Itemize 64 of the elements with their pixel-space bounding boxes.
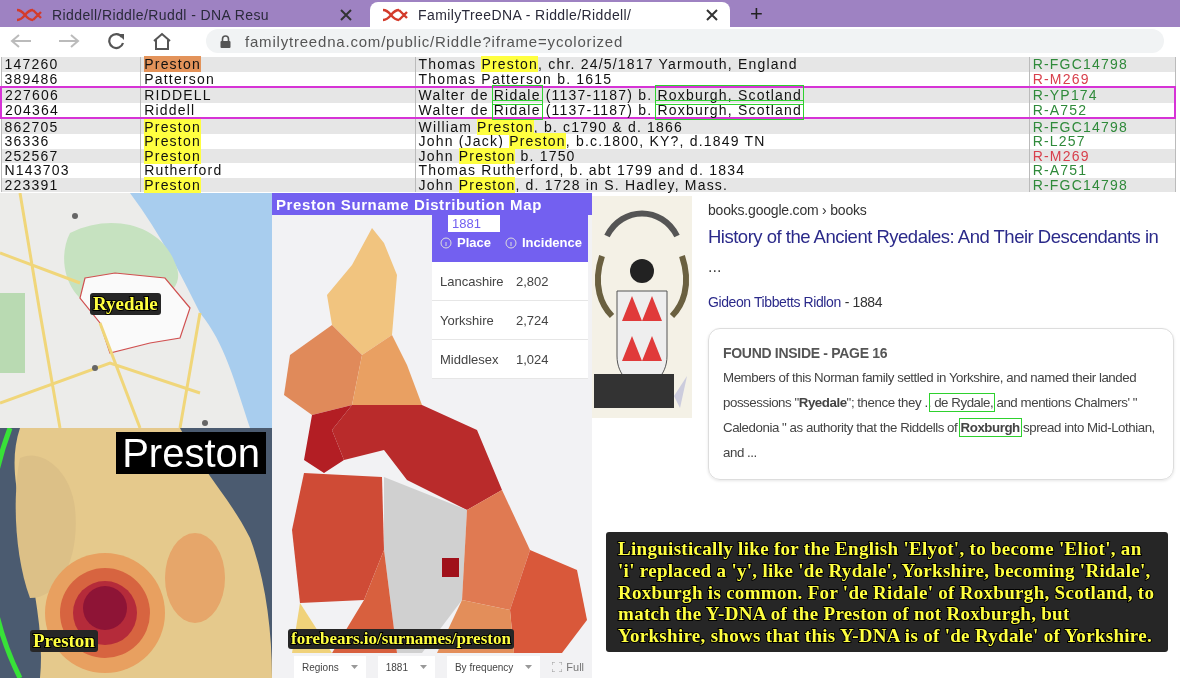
- publish-year: - 1884: [844, 294, 883, 311]
- dropdown[interactable]: 1881: [377, 656, 435, 678]
- helix-icon: [382, 7, 408, 22]
- title-banner: Preston: [116, 432, 266, 475]
- table-cell: 223391: [1, 177, 141, 193]
- caret-icon: [525, 665, 533, 670]
- result-title-link[interactable]: History of the Ancient Ryedales: And Their Descendants in: [708, 226, 1174, 249]
- table-cell: Preston: [140, 148, 415, 164]
- table-cell: R-FGC14798: [1029, 177, 1175, 193]
- table-cell: 1,024: [516, 351, 549, 367]
- fullscreen-icon: [552, 662, 563, 673]
- snippet-heading: FOUND INSIDE - PAGE 16: [723, 345, 889, 362]
- column-header: Incidence: [522, 235, 582, 251]
- table-cell: Thomas Preston, chr. 24/5/1817 Yarmouth, England: [415, 57, 1030, 72]
- dropdown[interactable]: By frequency: [446, 656, 541, 678]
- table-cell: Preston: [140, 177, 415, 193]
- map-label: Preston: [30, 630, 98, 653]
- table-cell: R-L257: [1029, 133, 1175, 149]
- table-cell-text: Lancashire: [440, 273, 505, 289]
- table-cell: 2,802: [516, 273, 549, 289]
- table-cell: R-A751: [1029, 163, 1175, 178]
- new-tab-button[interactable]: +: [750, 2, 763, 25]
- table-cell: John Preston, d. 1728 in S. Hadley, Mass.: [415, 177, 1030, 193]
- map-title: Preston Surname Distribution Map: [272, 193, 592, 216]
- caret-icon: [350, 665, 358, 670]
- table-cell: 252567: [1, 148, 141, 164]
- table-cell: 227606: [1, 87, 141, 103]
- author-link[interactable]: Gideon Tibbetts Ridlon: [708, 294, 841, 311]
- commentary-text: Linguistically like for the English 'Elyot', to become 'Eliot', an 'i' replaced a 'y', like 'de Rydale', Yorkshire, becoming 'Ridale', Roxburgh is common. For 'de Ridale' of Roxburgh, Scotland, to match the Y-DNA of the Preston of not Roxburgh, but Yorkshire, shows that this Y-DNA is of 'de Rydale' of Yorkshire.: [606, 532, 1168, 653]
- browser-tab[interactable]: FamilyTreeDNA - Riddle/Riddell/: [370, 2, 730, 27]
- table-cell: Walter de Ridale (1137-1187) b. Roxburgh, Scotland: [415, 87, 1030, 103]
- table-cell: R-M269: [1029, 148, 1175, 164]
- snippet-text: Members of this Norman family settled in Yorkshire, and named their landed possessions "Ryedale"; thence they .. de Rydale, and mentions Chalmers' " Caledonia " as authority that the Riddells of Roxburgh spread into Mid-Lothian, and ...: [723, 369, 1156, 463]
- table-cell: 147260: [1, 57, 141, 72]
- table-cell: R-YP174: [1029, 87, 1175, 103]
- helix-icon: [16, 7, 42, 22]
- table-cell: 2,724: [516, 312, 549, 328]
- home-icon[interactable]: [152, 32, 172, 50]
- table-cell: R-FGC14798: [1029, 57, 1175, 72]
- source-caption: forebears.io/surnames/preston: [288, 629, 514, 650]
- browser-tab[interactable]: Riddell/Riddle/Ruddl - DNA Resu: [4, 2, 364, 27]
- table-cell: RIDDELL: [140, 87, 415, 103]
- reload-icon[interactable]: [106, 32, 126, 50]
- close-icon[interactable]: [706, 8, 718, 21]
- source-url: books.google.com › books: [708, 202, 868, 219]
- info-icon[interactable]: [505, 236, 517, 249]
- table-cell: N143703: [1, 163, 141, 178]
- column-header: Place: [457, 235, 491, 251]
- ellipsis: ...: [708, 258, 723, 277]
- table-cell: John (Jack) Preston, b.c.1800, KY?, d.1849 TN: [415, 133, 1030, 149]
- fullscreen-button[interactable]: Full: [552, 661, 585, 674]
- year-tab[interactable]: 1881: [448, 215, 500, 233]
- table-cell: 36336: [1, 133, 141, 149]
- info-icon[interactable]: [440, 236, 452, 249]
- lock-icon: [220, 34, 231, 48]
- address-bar[interactable]: familytreedna.com/public/Riddle?iframe=ycolorized: [206, 29, 1164, 53]
- caret-icon: [419, 665, 427, 670]
- table-cell: Preston: [140, 133, 415, 149]
- table-cell-text: Middlesex: [440, 351, 500, 367]
- table-cell: John Preston b. 1750: [415, 148, 1030, 164]
- table-cell: Preston: [140, 57, 415, 72]
- map-label: Ryedale: [90, 293, 161, 316]
- table-cell-text: Yorkshire: [440, 312, 495, 328]
- dropdown[interactable]: Regions: [294, 656, 366, 678]
